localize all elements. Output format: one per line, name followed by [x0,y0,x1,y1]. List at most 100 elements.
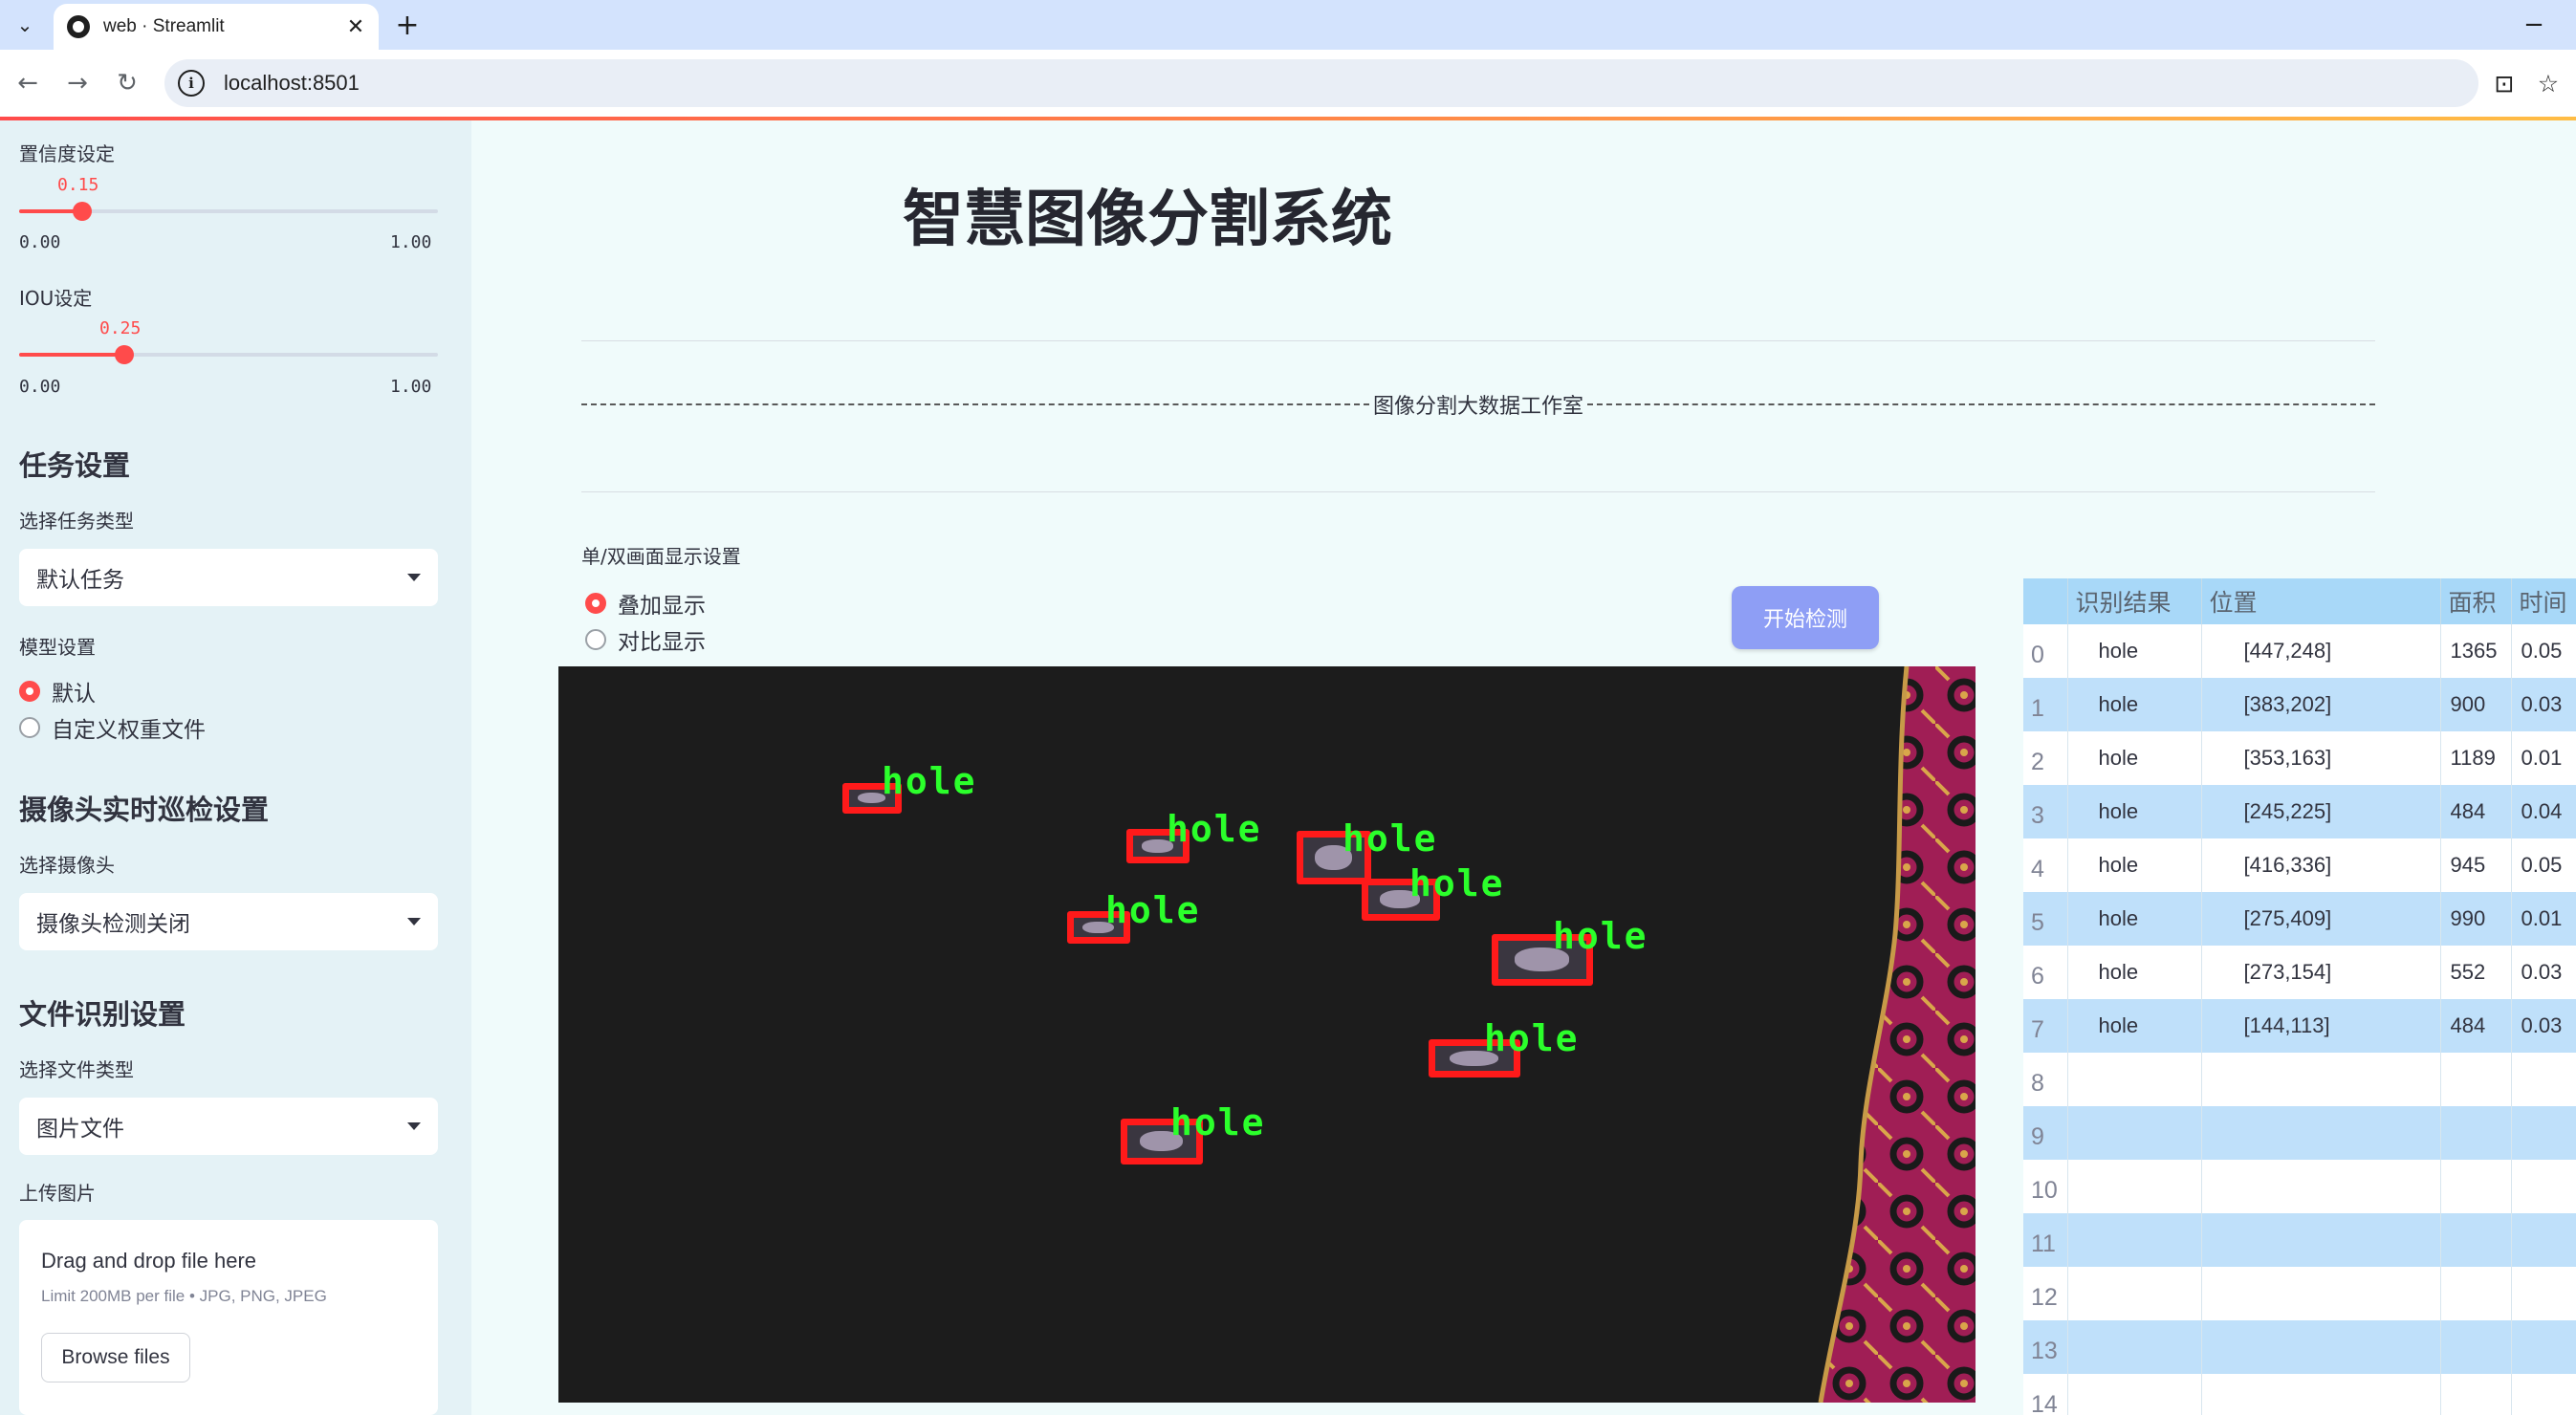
file-type-selected: 图片文件 [36,1117,124,1142]
table-cell-index: 14 [2023,1374,2068,1415]
detection-label: hole [1484,1017,1580,1059]
task-type-label: 选择任务类型 [19,510,134,533]
table-cell-time [2511,1106,2576,1160]
table-cell-result: hole [2067,892,2202,946]
task-settings-heading: 任务设置 [19,449,131,482]
table-cell-index: 12 [2023,1267,2068,1320]
site-info-icon[interactable]: i [178,70,205,97]
table-header-result[interactable]: 识别结果 [2067,578,2202,624]
confidence-slider[interactable] [19,202,438,221]
iou-slider[interactable] [19,345,438,364]
detection-label: hole [882,760,977,802]
table-cell-index: 11 [2023,1213,2068,1267]
model-option-default-label: 默认 [52,682,96,707]
table-cell-area: 552 [2440,946,2512,999]
table-header-index [2023,578,2068,624]
reload-icon[interactable]: ↻ [109,65,145,101]
table-cell-result [2067,1213,2202,1267]
file-settings-heading: 文件识别设置 [19,998,186,1031]
table-cell-result: hole [2067,731,2202,785]
address-bar[interactable]: i localhost:8501 [164,59,2478,107]
results-table[interactable]: 识别结果 位置 面积 时间 0 hole [447,248] 1365 0.05 1 hol… [2023,578,2576,1415]
table-row[interactable]: 5 hole [275,409] 990 0.01 [2023,892,2576,946]
table-row[interactable]: 4 hole [416,336] 945 0.05 [2023,838,2576,892]
table-row[interactable]: 13 [2023,1320,2576,1374]
table-cell-position: [245,225] [2201,785,2441,838]
iou-slider-thumb[interactable] [114,345,134,364]
start-detection-button[interactable]: 开始检测 [1732,586,1879,649]
new-tab-plus-icon[interactable]: + [390,8,425,42]
table-header-area[interactable]: 面积 [2440,578,2512,624]
bookmark-star-icon[interactable]: ☆ [2530,65,2566,101]
model-option-custom-weights[interactable]: 自定义权重文件 [19,711,206,744]
table-cell-index: 8 [2023,1053,2068,1106]
table-cell-position: [275,409] [2201,892,2441,946]
table-row[interactable]: 2 hole [353,163] 1189 0.01 [2023,731,2576,785]
table-cell-index: 9 [2023,1106,2068,1160]
table-cell-result [2067,1160,2202,1213]
uploader-main-text: Drag and drop file here [41,1249,257,1273]
confidence-label: 置信度设定 [19,142,115,165]
table-row[interactable]: 8 [2023,1053,2576,1106]
table-header-time[interactable]: 时间 [2511,578,2576,624]
studio-banner: 图像分割大数据工作室 [581,390,2376,419]
table-cell-time [2511,1267,2576,1320]
table-row[interactable]: 6 hole [273,154] 552 0.03 [2023,946,2576,999]
radio-selected-icon [19,681,40,702]
table-cell-area: 484 [2440,785,2512,838]
file-type-select[interactable]: 图片文件 [19,1098,438,1155]
table-cell-time: 0.04 [2511,785,2576,838]
display-option-compare[interactable]: 对比显示 [585,623,706,656]
table-row[interactable]: 14 [2023,1374,2576,1415]
table-cell-position [2201,1267,2441,1320]
camera-selected: 摄像头检测关闭 [36,912,190,937]
table-row[interactable]: 7 hole [144,113] 484 0.03 [2023,999,2576,1053]
table-cell-result [2067,1053,2202,1106]
table-row[interactable]: 3 hole [245,225] 484 0.04 [2023,785,2576,838]
confidence-slider-thumb[interactable] [72,202,92,221]
browse-files-button[interactable]: Browse files [41,1333,190,1382]
iou-value: 0.25 [99,318,142,338]
task-type-select[interactable]: 默认任务 [19,549,438,606]
table-row[interactable]: 11 [2023,1213,2576,1267]
tab-title: web · Streamlit [103,16,225,36]
model-option-default[interactable]: 默认 [19,675,96,708]
camera-settings-heading: 摄像头实时巡检设置 [19,794,270,826]
task-type-selected: 默认任务 [36,568,124,593]
table-cell-index: 2 [2023,731,2068,785]
iou-max: 1.00 [390,377,432,397]
table-cell-area [2440,1374,2512,1415]
table-cell-position [2201,1106,2441,1160]
table-cell-index: 4 [2023,838,2068,892]
table-row[interactable]: 0 hole [447,248] 1365 0.05 [2023,624,2576,678]
confidence-max: 1.00 [390,232,432,252]
table-cell-index: 3 [2023,785,2068,838]
file-uploader-dropzone[interactable]: Drag and drop file here Limit 200MB per … [19,1220,438,1415]
table-row[interactable]: 12 [2023,1267,2576,1320]
detection-label: hole [1167,808,1262,850]
table-cell-time: 0.01 [2511,731,2576,785]
table-cell-area: 1365 [2440,624,2512,678]
table-cell-area: 1189 [2440,731,2512,785]
table-cell-area [2440,1160,2512,1213]
table-cell-time [2511,1320,2576,1374]
browser-tab[interactable]: web · Streamlit ✕ [54,4,379,50]
table-cell-index: 0 [2023,624,2068,678]
table-row[interactable]: 10 [2023,1160,2576,1213]
back-arrow-icon[interactable]: ← [10,65,46,101]
table-cell-time: 0.01 [2511,892,2576,946]
camera-select[interactable]: 摄像头检测关闭 [19,893,438,950]
table-row[interactable]: 1 hole [383,202] 900 0.03 [2023,678,2576,731]
forward-arrow-icon[interactable]: → [59,65,96,101]
translate-icon[interactable]: ⊡ [2486,65,2522,101]
table-header-position[interactable]: 位置 [2201,578,2441,624]
table-row[interactable]: 9 [2023,1106,2576,1160]
table-header-row: 识别结果 位置 面积 时间 [2023,578,2576,624]
radio-unselected-icon [585,629,606,650]
tab-search-chevron-icon[interactable]: ⌄ [8,8,42,42]
table-cell-position: [273,154] [2201,946,2441,999]
tab-close-icon[interactable]: ✕ [338,10,373,44]
window-minimize-icon[interactable]: − [2517,8,2551,42]
table-cell-time: 0.03 [2511,999,2576,1053]
display-option-overlay[interactable]: 叠加显示 [585,587,706,620]
